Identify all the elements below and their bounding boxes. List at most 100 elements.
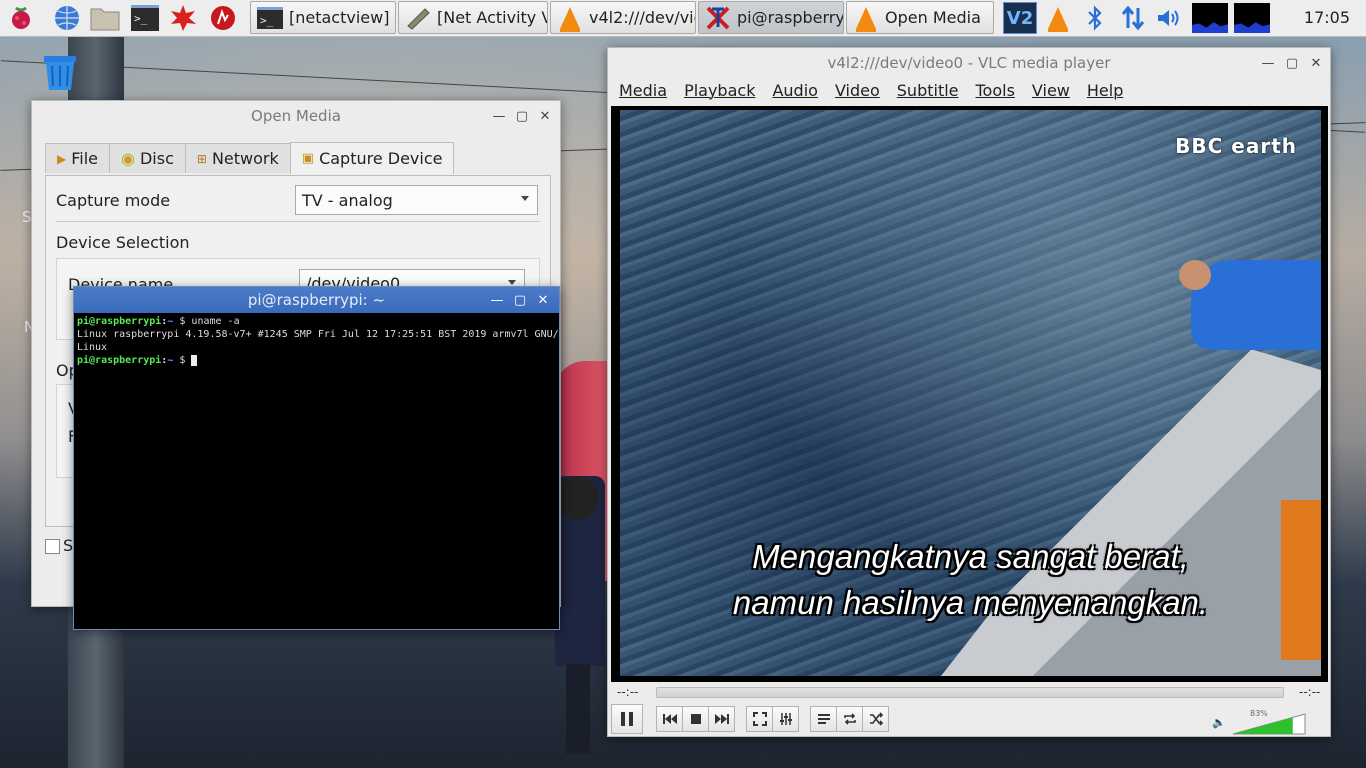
- open-media-tabs: ▶ File ◉ Disc ⊞ Network ▣ Capture Device: [45, 142, 455, 174]
- stop-button[interactable]: [682, 706, 709, 732]
- bluetooth-icon[interactable]: [1080, 3, 1110, 33]
- vlc-titlebar[interactable]: v4l2:///dev/video0 - VLC media player — …: [608, 48, 1330, 78]
- video-boat: [941, 336, 1321, 676]
- capture-mode-select[interactable]: TV - analog: [295, 185, 538, 215]
- vlc-menubar: Media Playback Audio Video Subtitle Tool…: [608, 78, 1129, 104]
- video-jacket: [1281, 500, 1321, 660]
- window-title: Open Media: [251, 107, 341, 125]
- terminal-line: pi@raspberrypi:~ $: [77, 354, 556, 367]
- trash-icon[interactable]: [40, 52, 80, 92]
- subtitle-line-1: Mengangkatnya sangat berat,: [752, 538, 1189, 575]
- loop-button[interactable]: [836, 706, 863, 732]
- chevron-down-icon: [521, 196, 529, 201]
- menu-view[interactable]: View: [1021, 78, 1076, 104]
- file-manager-icon[interactable]: [90, 3, 120, 33]
- tab-file[interactable]: ▶ File: [45, 143, 111, 173]
- wolfram-icon[interactable]: [208, 3, 238, 33]
- minimize-icon[interactable]: —: [490, 107, 508, 125]
- minimize-icon[interactable]: —: [1259, 54, 1277, 72]
- volume-icon[interactable]: [1154, 3, 1184, 33]
- capture-device-icon: ▣: [301, 151, 315, 166]
- taskbar-button-terminal[interactable]: pi@raspberry...: [698, 1, 844, 34]
- vnc-icon[interactable]: V2: [1003, 2, 1037, 34]
- vlc-controls: 🔈 83%: [608, 703, 1330, 735]
- capture-mode-label: Capture mode: [56, 191, 171, 210]
- close-icon[interactable]: ✕: [1307, 54, 1325, 72]
- menu-audio[interactable]: Audio: [761, 78, 823, 104]
- extended-settings-button[interactable]: [772, 706, 799, 732]
- tab-label: File: [71, 149, 99, 168]
- prompt-user: pi@raspberrypi: [77, 355, 162, 366]
- wallpaper-girl-head: [558, 476, 598, 520]
- disc-icon: ◉: [121, 149, 135, 168]
- maximize-icon[interactable]: ▢: [1283, 54, 1301, 72]
- xterm-icon: [705, 5, 731, 31]
- subtitle-line-2: namun hasilnya menyenangkan.: [732, 584, 1209, 621]
- taskbar-button-netactview[interactable]: >_ [netactview]: [250, 1, 396, 34]
- menu-tools[interactable]: Tools: [965, 78, 1021, 104]
- terminal-launcher-icon[interactable]: >_: [130, 3, 160, 33]
- seek-bar[interactable]: [656, 687, 1284, 698]
- pause-button[interactable]: [611, 704, 643, 734]
- open-media-titlebar[interactable]: Open Media — ▢ ✕: [32, 101, 560, 131]
- menu-media[interactable]: Media: [608, 78, 673, 104]
- tab-label: Network: [211, 149, 279, 168]
- menu-help[interactable]: Help: [1076, 78, 1129, 104]
- raspberry-menu-icon[interactable]: [6, 3, 36, 33]
- show-more-options-label: S: [63, 536, 74, 555]
- vlc-tray-icon[interactable]: [1043, 3, 1073, 33]
- divider: [56, 221, 540, 222]
- maximize-icon[interactable]: ▢: [511, 291, 529, 309]
- shuffle-button[interactable]: [862, 706, 889, 732]
- taskbar-button-vlc[interactable]: v4l2:///dev/vid...: [550, 1, 696, 34]
- terminal-line: Linux: [77, 342, 108, 353]
- previous-button[interactable]: [656, 706, 683, 732]
- maximize-icon[interactable]: ▢: [513, 107, 531, 125]
- close-icon[interactable]: ✕: [534, 291, 552, 309]
- window-title: pi@raspberrypi: ~: [247, 291, 386, 309]
- terminal-window[interactable]: pi@raspberrypi: ~ — ▢ ✕ pi@raspberrypi:~…: [73, 286, 560, 630]
- show-more-options-checkbox[interactable]: [45, 539, 60, 554]
- tab-label: Disc: [139, 149, 174, 168]
- web-browser-icon[interactable]: [52, 3, 82, 33]
- speaker-icon[interactable]: 🔈: [1212, 716, 1226, 729]
- terminal-line: Linux raspberrypi 4.19.58-v7+ #1245 SMP …: [77, 329, 559, 340]
- tab-disc[interactable]: ◉ Disc: [109, 143, 186, 173]
- terminal-titlebar[interactable]: pi@raspberrypi: ~ — ▢ ✕: [74, 287, 559, 313]
- menu-playback[interactable]: Playback: [673, 78, 761, 104]
- close-icon[interactable]: ✕: [536, 107, 554, 125]
- cpu-monitor[interactable]: [1192, 3, 1228, 33]
- tab-capture-device[interactable]: ▣ Capture Device: [289, 142, 455, 174]
- menu-subtitle[interactable]: Subtitle: [886, 78, 965, 104]
- text-cursor: [191, 354, 198, 366]
- menu-video[interactable]: Video: [824, 78, 886, 104]
- video-area[interactable]: BBC earth Mengangkatnya sangat berat, na…: [611, 106, 1328, 682]
- clock[interactable]: 17:05: [1304, 8, 1350, 27]
- network-arrows-icon[interactable]: [1118, 3, 1148, 33]
- bbc-earth-logo: BBC earth: [1175, 134, 1297, 158]
- next-button[interactable]: [708, 706, 735, 732]
- fullscreen-button[interactable]: [746, 706, 773, 732]
- playlist-button[interactable]: [810, 706, 837, 732]
- network-icon: ⊞: [196, 151, 207, 166]
- prompt-user: pi@raspberrypi: [77, 316, 162, 327]
- terminal-icon: >_: [257, 5, 283, 31]
- minimize-icon[interactable]: —: [488, 291, 506, 309]
- taskbar: >_ >_ [netactview] [Net Activity V... v4…: [0, 0, 1366, 37]
- terminal-output[interactable]: pi@raspberrypi:~ $ uname -a Linux raspber…: [74, 313, 559, 369]
- volume-slider[interactable]: [1232, 713, 1306, 735]
- terminal-line: pi@raspberrypi:~ $ uname -a: [77, 316, 240, 327]
- taskbar-button-open-media[interactable]: Open Media: [846, 1, 994, 34]
- taskbar-button-label: pi@raspberry...: [737, 8, 843, 27]
- device-selection-label: Device Selection: [56, 233, 190, 252]
- vlc-window[interactable]: v4l2:///dev/video0 - VLC media player — …: [607, 47, 1331, 737]
- vlc-cone-icon: [853, 5, 879, 32]
- mathematica-icon[interactable]: [168, 3, 198, 33]
- taskbar-button-net-activity[interactable]: [Net Activity V...: [398, 1, 548, 34]
- window-title: v4l2:///dev/video0 - VLC media player: [827, 54, 1111, 72]
- tab-network[interactable]: ⊞ Network: [184, 143, 291, 173]
- vlc-cone-icon: [557, 5, 583, 32]
- network-activity-icon: [405, 5, 431, 31]
- taskbar-button-label: [Net Activity V...: [437, 8, 547, 27]
- network-monitor[interactable]: [1234, 3, 1270, 33]
